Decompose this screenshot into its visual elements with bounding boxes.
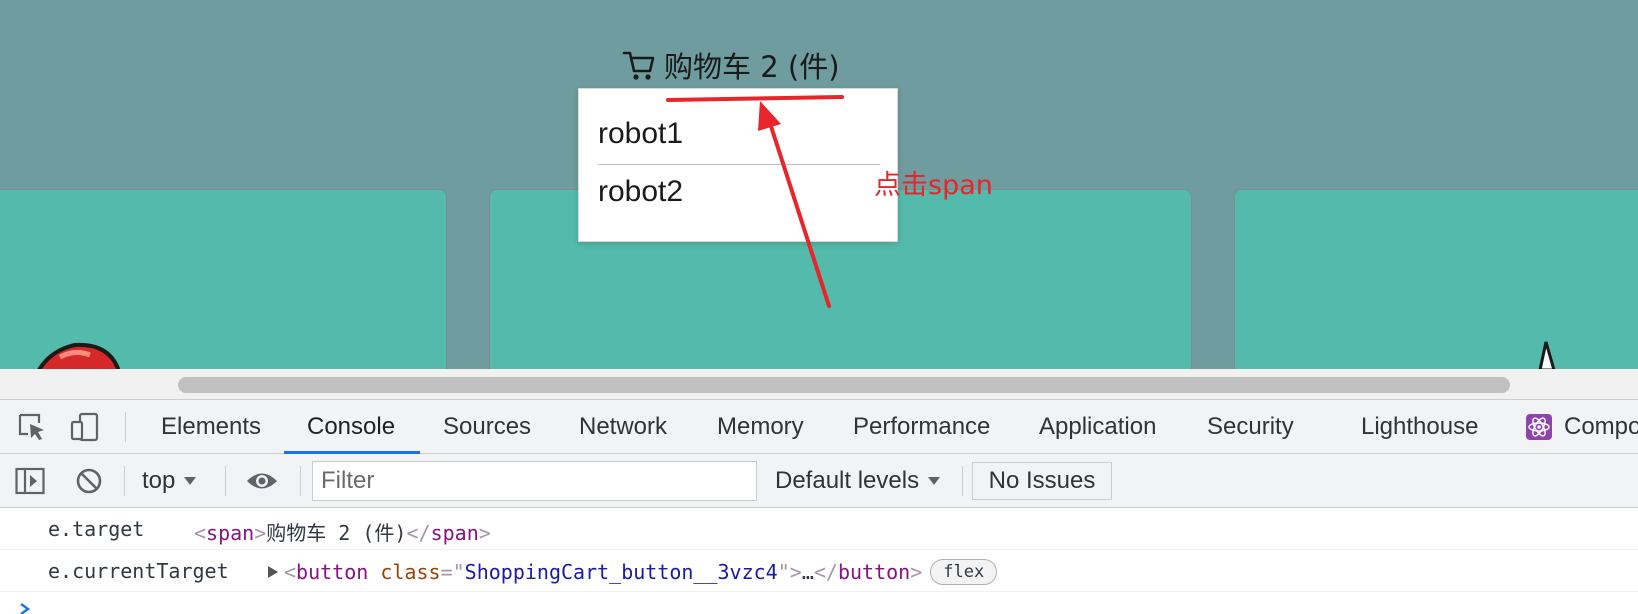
device-toggle-icon[interactable] <box>70 412 100 442</box>
tab-performance[interactable]: Performance <box>853 400 990 454</box>
flex-badge[interactable]: flex <box>930 559 998 585</box>
cart-item[interactable]: robot1 <box>598 117 880 151</box>
devtools-panel: Elements Console Sources Network Memory … <box>0 399 1638 614</box>
react-icon <box>1526 414 1552 440</box>
separator <box>300 466 301 496</box>
devtools-tabbar: Elements Console Sources Network Memory … <box>0 400 1638 454</box>
tab-console[interactable]: Console <box>307 400 395 454</box>
robot-card[interactable] <box>1234 189 1638 369</box>
log-levels-label: Default levels <box>775 467 920 494</box>
dom-node-value[interactable]: <span>购物车 2 (件)</span> <box>194 517 491 546</box>
log-levels-selector[interactable]: Default levels <box>775 454 941 508</box>
separator <box>124 466 125 496</box>
filter-input[interactable] <box>312 461 757 501</box>
tag-name: span <box>430 521 479 545</box>
console-toolbar: top Default levels No Issues <box>0 454 1638 508</box>
dropdown-arrow-icon <box>184 477 197 485</box>
tab-application[interactable]: Application <box>1039 400 1156 454</box>
tag-name: button <box>296 560 369 584</box>
ellipsis[interactable]: … <box>802 560 814 584</box>
dom-node-value[interactable]: < button class =" ShoppingCart_button__3vzc… <box>268 559 998 585</box>
cart-label[interactable]: 购物车 2 (件) <box>664 44 840 86</box>
tab-sources[interactable]: Sources <box>443 400 531 454</box>
console-key: e.currentTarget <box>48 559 229 583</box>
eye-icon[interactable] <box>245 468 279 494</box>
console-messages: e.target <span>购物车 2 (件)</span> e.curren… <box>0 508 1638 614</box>
inspect-icon[interactable] <box>17 412 47 442</box>
tab-security[interactable]: Security <box>1207 400 1294 454</box>
separator <box>962 466 963 496</box>
separator <box>225 466 226 496</box>
robot-image <box>1538 341 1556 369</box>
divider <box>598 164 880 165</box>
dropdown-arrow-icon <box>928 477 941 485</box>
cart-icon <box>622 51 655 80</box>
sidebar-icon[interactable] <box>15 467 45 495</box>
page-viewport: 购物车 2 (件) robot1 robot2 点击span <box>0 0 1638 369</box>
attr-name: class <box>380 560 441 584</box>
console-row: e.currentTarget < button class =" ShoppingC… <box>0 550 1638 592</box>
separator <box>125 412 126 442</box>
text-node: 购物车 2 (件) <box>266 521 407 545</box>
issues-button[interactable]: No Issues <box>972 462 1112 500</box>
shopping-cart-button[interactable]: 购物车 2 (件) <box>622 44 840 86</box>
cart-item[interactable]: robot2 <box>598 175 880 209</box>
tag-name: button <box>837 560 911 584</box>
expand-triangle-icon[interactable] <box>268 566 278 578</box>
tab-lighthouse[interactable]: Lighthouse <box>1361 400 1478 454</box>
scrollbar-thumb[interactable] <box>178 377 1510 393</box>
prompt-chevron-icon[interactable] <box>18 602 32 614</box>
horizontal-scrollbar[interactable] <box>0 369 1638 399</box>
tab-memory[interactable]: Memory <box>717 400 804 454</box>
console-row: e.target <span>购物车 2 (件)</span> <box>0 508 1638 550</box>
tag-name: span <box>206 521 255 545</box>
console-key: e.target <box>48 517 145 541</box>
tab-components[interactable]: Compo <box>1564 400 1638 454</box>
tab-elements[interactable]: Elements <box>161 400 261 454</box>
context-selector[interactable]: top <box>142 454 197 508</box>
attr-value: ShoppingCart_button__3vzc4 <box>464 560 778 584</box>
annotation-label: 点击span <box>874 170 993 201</box>
context-label: top <box>142 467 176 494</box>
robot-image <box>37 342 121 369</box>
cart-dropdown: robot1 robot2 <box>578 88 898 242</box>
clear-icon[interactable] <box>74 466 104 496</box>
tab-network[interactable]: Network <box>579 400 667 454</box>
